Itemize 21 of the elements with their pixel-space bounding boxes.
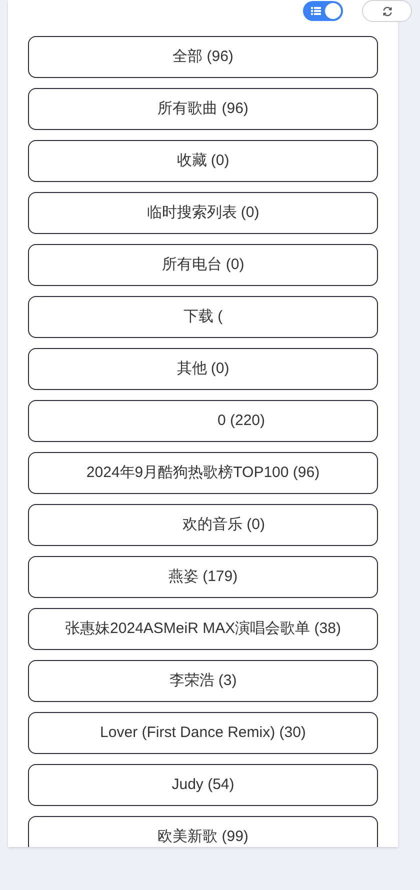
playlist-button[interactable]: 张惠妹2024ASMeiR MAX演唱会歌单 (38)	[28, 608, 378, 650]
playlist-button[interactable]: 全部 (96)	[28, 36, 378, 78]
playlist-button[interactable]: 临时搜索列表 (0)	[28, 192, 378, 234]
playlist-button[interactable]: 0 (220)	[28, 400, 378, 442]
playlist-button[interactable]: 2024年9月酷狗热歌榜TOP100 (96)	[28, 452, 378, 494]
refresh-button[interactable]	[362, 0, 412, 22]
toggle-knob	[325, 3, 341, 19]
playlist-button[interactable]: Lover (First Dance Remix) (30)	[28, 712, 378, 754]
playlist-button[interactable]: 收藏 (0)	[28, 140, 378, 182]
list-toggle[interactable]	[303, 1, 343, 21]
playlist-button[interactable]: 其他 (0)	[28, 348, 378, 390]
playlist-button[interactable]: 燕姿 (179)	[28, 556, 378, 598]
list-icon	[311, 6, 321, 16]
playlist-button[interactable]: 下载 (	[28, 296, 378, 338]
playlist-button[interactable]: 所有歌曲 (96)	[28, 88, 378, 130]
playlist-button[interactable]: 欧美新歌 (99)	[28, 816, 378, 847]
playlist-button[interactable]: 李荣浩 (3)	[28, 660, 378, 702]
playlist-button[interactable]: 所有电台 (0)	[28, 244, 378, 286]
playlist-button[interactable]: Judy (54)	[28, 764, 378, 806]
refresh-icon	[382, 6, 392, 16]
playlist-button[interactable]: 欢的音乐 (0)	[28, 504, 378, 546]
